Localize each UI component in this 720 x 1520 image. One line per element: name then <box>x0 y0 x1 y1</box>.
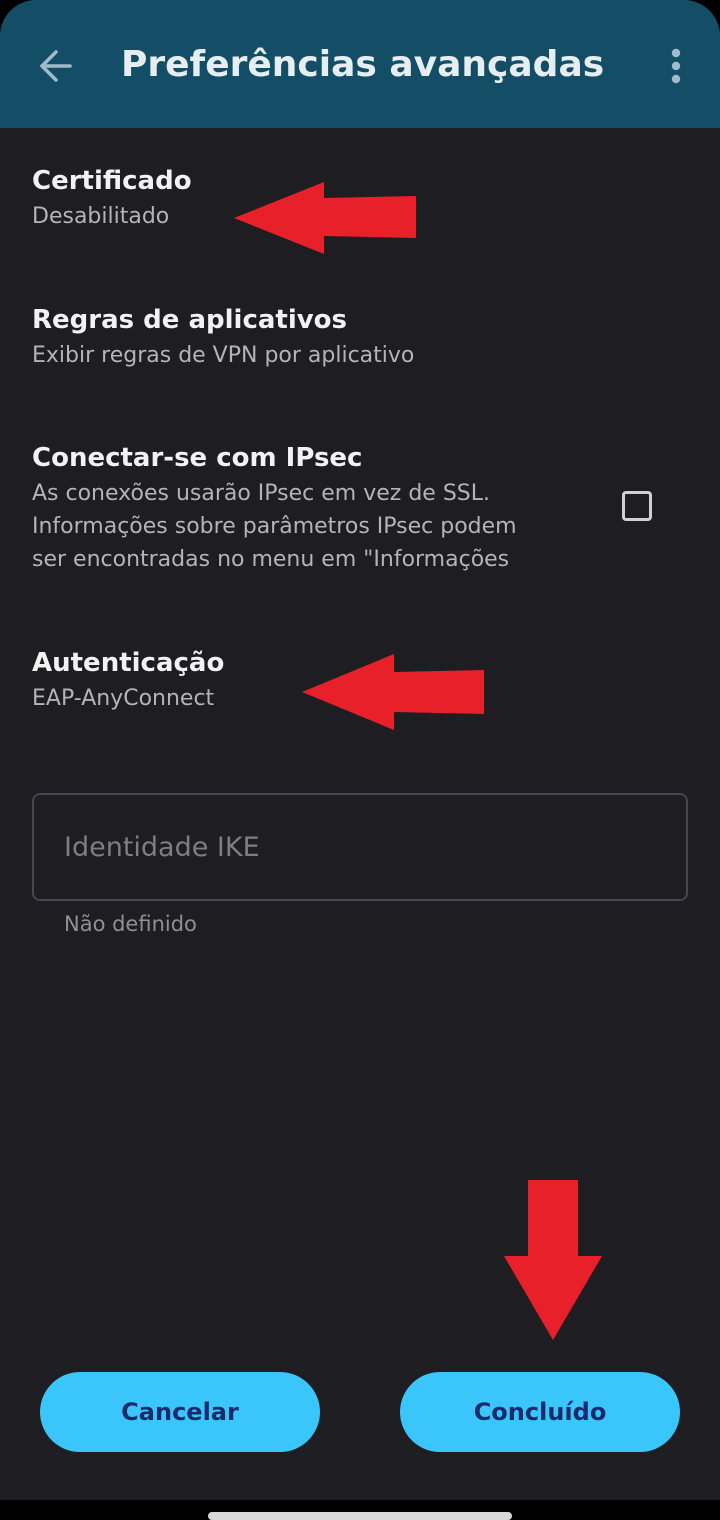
pref-authentication-title: Autenticação <box>32 648 225 678</box>
overflow-menu-button[interactable] <box>656 40 696 92</box>
pref-authentication-summary: EAP-AnyConnect <box>32 686 215 711</box>
ipsec-checkbox[interactable] <box>622 491 652 521</box>
screen: Preferências avançadas Certificado Desab… <box>0 0 720 1520</box>
cancel-button[interactable]: Cancelar <box>40 1372 320 1452</box>
pref-ipsec-summary-line-3: ser encontradas no menu em "Informações <box>32 547 510 572</box>
pref-ipsec-summary-line-1: As conexões usarão IPsec em vez de SSL. <box>32 481 490 506</box>
pref-certificate[interactable]: Certificado Desabilitado <box>32 162 192 233</box>
annotation-arrow-left-icon <box>234 182 416 254</box>
back-button[interactable] <box>30 40 82 92</box>
annotation-arrow-left-icon <box>302 654 484 730</box>
done-button[interactable]: Concluído <box>400 1372 680 1452</box>
pref-ipsec[interactable]: Conectar-se com IPsec As conexões usarão… <box>32 439 592 576</box>
pref-authentication[interactable]: Autenticação EAP-AnyConnect <box>32 644 224 715</box>
more-vert-icon <box>671 48 681 84</box>
arrow-left-icon <box>40 50 72 82</box>
pref-ipsec-title: Conectar-se com IPsec <box>32 443 363 473</box>
ike-identity-field[interactable] <box>32 793 688 901</box>
ike-identity-input[interactable] <box>64 795 654 899</box>
pref-certificate-title: Certificado <box>32 166 192 196</box>
annotation-arrow-down-icon <box>504 1180 602 1340</box>
pref-app-rules-summary: Exibir regras de VPN por aplicativo <box>32 343 415 368</box>
page-title: Preferências avançadas <box>121 44 605 85</box>
pref-app-rules[interactable]: Regras de aplicativos Exibir regras de V… <box>32 301 414 372</box>
home-gesture-handle[interactable] <box>208 1512 512 1520</box>
app-bar: Preferências avançadas <box>0 0 720 128</box>
ike-identity-helper: Não definido <box>64 912 197 936</box>
pref-app-rules-title: Regras de aplicativos <box>32 305 348 335</box>
pref-ipsec-summary-line-2: Informações sobre parâmetros IPsec podem <box>32 514 517 539</box>
pref-certificate-summary: Desabilitado <box>32 204 170 229</box>
